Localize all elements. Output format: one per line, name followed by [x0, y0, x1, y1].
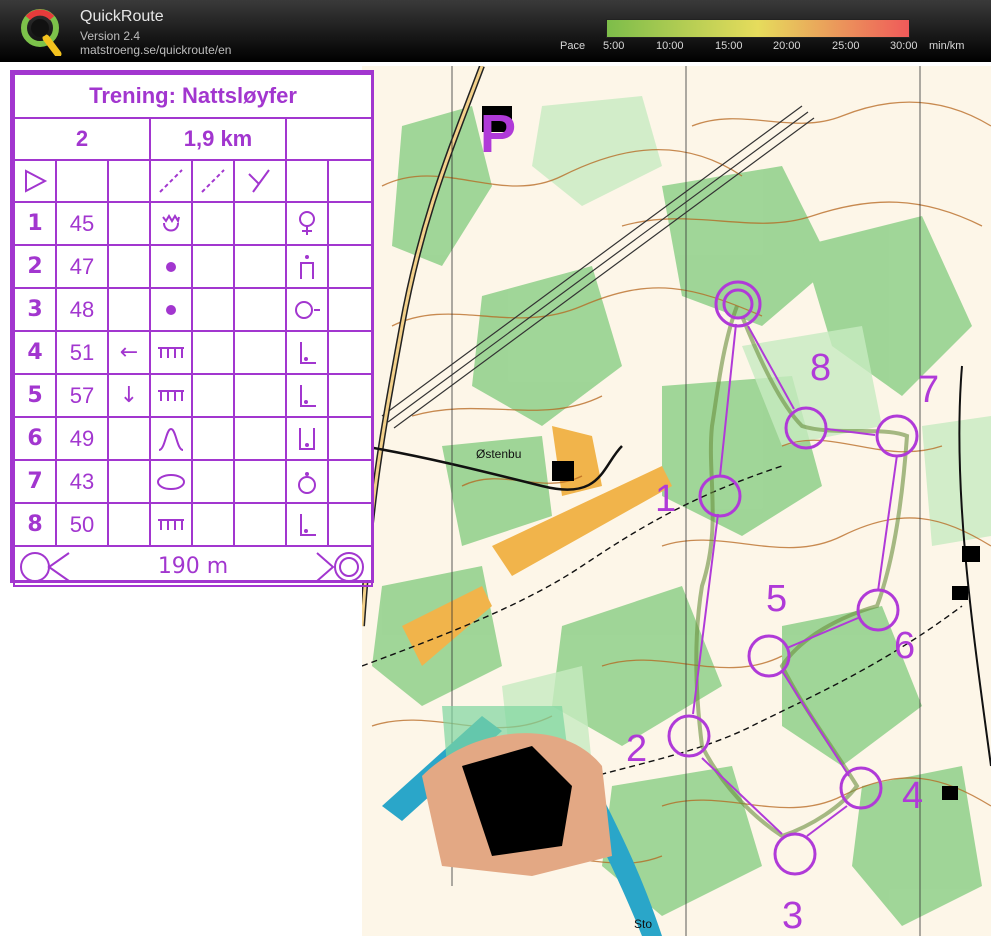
control-code: 51 — [55, 330, 109, 375]
place-name-2: Sto — [634, 917, 652, 931]
control-row: 1 45 — [13, 201, 374, 246]
pace-tick: 30:00 — [890, 40, 918, 52]
control-direction — [107, 287, 151, 332]
app-version: Version 2.4 — [80, 29, 141, 43]
knoll-icon — [158, 427, 184, 451]
control-direction — [107, 416, 151, 461]
pace-tick: 25:00 — [832, 40, 860, 52]
control-row: 4 51 ← — [13, 330, 374, 375]
parking-label: P — [480, 104, 516, 164]
control-label-7: 7 — [918, 369, 939, 411]
control-code: 57 — [55, 373, 109, 418]
pace-tick: 5:00 — [603, 40, 625, 52]
pace-label: Pace — [560, 40, 586, 52]
path-crossing-icon — [159, 169, 183, 193]
foot-icon — [300, 254, 314, 279]
dot-icon — [166, 261, 176, 272]
rootstock-bar-icon — [158, 518, 184, 530]
control-row: 3 48 — [13, 287, 374, 332]
control-label-4: 4 — [902, 775, 923, 817]
control-label-5: 5 — [766, 578, 787, 620]
control-number: 8 — [13, 502, 57, 547]
course-title: Trening: Nattsløyfer — [12, 73, 374, 119]
top-icon — [298, 471, 316, 494]
control-number: 3 — [13, 287, 57, 332]
control-code: 45 — [55, 201, 109, 246]
foot-corner-icon — [300, 341, 316, 364]
place-name: Østenbu — [476, 447, 521, 461]
control-label-1: 1 — [655, 478, 676, 520]
side-icon — [295, 300, 320, 319]
control-number: 7 — [13, 459, 57, 504]
control-label-3: 3 — [782, 895, 803, 936]
pace-tick: 15:00 — [715, 40, 743, 52]
control-row: 8 50 — [13, 502, 374, 547]
oval-icon — [157, 473, 185, 490]
control-label-6: 6 — [894, 625, 915, 667]
pace-tick: 10:00 — [656, 40, 684, 52]
app-title: QuickRoute — [80, 8, 164, 25]
control-direction — [107, 244, 151, 289]
control-row: 6 49 — [13, 416, 374, 461]
finish-row: 190 m — [12, 545, 374, 587]
waterhole-icon — [299, 210, 315, 235]
control-number: 2 — [13, 244, 57, 289]
rootstock-bar-icon — [158, 389, 184, 401]
finish-start-icon — [20, 552, 70, 582]
foot-corner-icon — [300, 513, 316, 536]
control-number: 4 — [13, 330, 57, 375]
control-label-2: 2 — [626, 728, 647, 770]
course-length: 1,9 km — [149, 117, 287, 161]
finish-icon — [316, 552, 365, 582]
control-direction — [107, 502, 151, 547]
control-code: 43 — [55, 459, 109, 504]
control-code: 47 — [55, 244, 109, 289]
orienteering-map[interactable]: P Østenbu Sto 1 2 3 4 5 6 7 8 — [362, 66, 991, 936]
app-url: matstroeng.se/quickroute/en — [80, 43, 232, 57]
control-code: 48 — [55, 287, 109, 332]
control-row: 7 43 — [13, 459, 374, 504]
finish-distance: 190 m — [157, 553, 229, 579]
dot-icon — [166, 304, 176, 315]
control-number: 1 — [13, 201, 57, 246]
control-code: 49 — [55, 416, 109, 461]
between-icon — [299, 427, 315, 450]
path-crossing-icon — [201, 169, 225, 193]
control-row: 5 57 ↓ — [13, 373, 374, 418]
control-direction — [107, 459, 151, 504]
course-number: 2 — [13, 117, 151, 161]
control-direction — [107, 201, 151, 246]
pace-tick: 20:00 — [773, 40, 801, 52]
control-code: 50 — [55, 502, 109, 547]
control-number: 6 — [13, 416, 57, 461]
control-direction: ↓ — [107, 373, 151, 418]
pace-color-bar — [606, 19, 910, 38]
quickroute-logo-icon — [21, 9, 62, 56]
control-label-8: 8 — [810, 347, 831, 389]
app-header: QuickRoute Version 2.4 matstroeng.se/qui… — [0, 0, 991, 62]
pace-unit: min/km — [929, 40, 965, 52]
start-triangle-icon — [25, 169, 48, 193]
rootstock-icon — [162, 213, 180, 231]
path-junction-icon — [248, 169, 270, 193]
control-number: 5 — [13, 373, 57, 418]
control-row: 2 47 — [13, 244, 374, 289]
control-description-sheet: Trening: Nattsløyfer 2 1,9 km 1 45 2 47 … — [10, 70, 374, 587]
control-direction: ← — [107, 330, 151, 375]
foot-corner-icon — [300, 384, 316, 407]
rootstock-bar-icon — [158, 346, 184, 358]
